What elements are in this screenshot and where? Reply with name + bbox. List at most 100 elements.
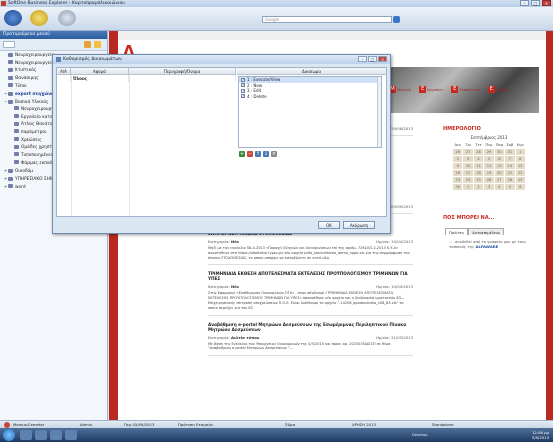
- tab-self-service[interactable]: Αυτοεπιμέλεια: [468, 228, 504, 235]
- news-divider: [208, 264, 413, 266]
- menu-item-icon: [8, 176, 13, 181]
- ok-button[interactable]: OK: [318, 221, 340, 229]
- calendar-day[interactable]: 27: [463, 149, 473, 155]
- nav-link[interactable]: E Εργασίες: [419, 86, 443, 93]
- permission-item[interactable]: ✓ 4 : Delete: [239, 94, 381, 100]
- folder-icon[interactable]: [84, 41, 91, 48]
- calendar-day[interactable]: 4: [473, 156, 484, 162]
- calendar-day[interactable]: 10: [463, 163, 473, 169]
- calendar-day[interactable]: 24: [463, 177, 473, 183]
- remove-icon[interactable]: −: [247, 151, 253, 157]
- calendar-day[interactable]: 5: [484, 156, 494, 162]
- cancel-button[interactable]: Ακύρωση: [343, 221, 375, 229]
- calendar-day[interactable]: 20: [494, 170, 505, 176]
- menu-item-icon: [8, 99, 13, 104]
- news-heading[interactable]: Αναβάθμιση e-portal Μητρώων Δεσμεύσεων τ…: [208, 322, 413, 332]
- favorites-icon[interactable]: [30, 10, 48, 26]
- calendar-day[interactable]: 6: [494, 156, 505, 162]
- portal-nav: M Μηνιαία E Εργασίες E Εκπαίδευση E Επαφές: [389, 86, 509, 93]
- calendar-day[interactable]: 9: [453, 163, 463, 169]
- calendar-day[interactable]: 18: [473, 170, 484, 176]
- calendar-day[interactable]: 17: [463, 170, 473, 176]
- nav-link[interactable]: M Μηνιαία: [389, 86, 411, 93]
- calendar-day[interactable]: 3: [484, 184, 494, 190]
- calendar-day[interactable]: 26: [484, 177, 494, 183]
- calendar-day[interactable]: 2: [473, 184, 484, 190]
- move-down-icon[interactable]: ↓: [263, 151, 269, 157]
- calendar-day[interactable]: 12: [484, 163, 494, 169]
- search-input[interactable]: Google: [262, 16, 392, 23]
- softone-menu-icon[interactable]: [4, 10, 22, 26]
- calendar-day[interactable]: 22: [515, 170, 525, 176]
- delete-icon[interactable]: ×: [271, 151, 277, 157]
- calendar-day[interactable]: 30: [453, 184, 463, 190]
- dialog-close-button[interactable]: ×: [378, 56, 387, 62]
- settings-icon[interactable]: [58, 10, 76, 26]
- grid-header-aa[interactable]: Α/Α: [57, 68, 71, 74]
- nav-icon: E: [451, 86, 459, 93]
- calendar-day[interactable]: 11: [473, 163, 484, 169]
- calendar-day[interactable]: 1: [515, 149, 525, 155]
- news-category-label: Κατηγορία:: [208, 239, 230, 244]
- search-icon[interactable]: [393, 16, 400, 23]
- calendar-day[interactable]: 14: [505, 163, 515, 169]
- nav-link[interactable]: E Επαφές: [487, 86, 509, 93]
- permissions-scrollbar[interactable]: [377, 77, 381, 147]
- calendar-day[interactable]: 5: [505, 184, 515, 190]
- calendar-day[interactable]: 28: [473, 149, 484, 155]
- calendar-day[interactable]: 8: [515, 156, 525, 162]
- permission-checkbox[interactable]: ✓: [241, 88, 245, 93]
- calendar-day[interactable]: 1: [463, 184, 473, 190]
- calendar-day[interactable]: 27: [494, 177, 505, 183]
- news-heading[interactable]: ΤΡΙΜΗΝΙΑΙΑ ΕΚΘΕΣΗ ΑΠΟΤΕΛΕΣΜΑΤΑ ΕΚΤΕΛΕΣΗΣ…: [208, 271, 413, 281]
- grid-header-name[interactable]: Περιγραφή/Όνομα: [129, 68, 236, 74]
- calendar-day[interactable]: 4: [494, 184, 505, 190]
- calendar-day[interactable]: 29: [484, 149, 494, 155]
- calendar-day[interactable]: 21: [505, 170, 515, 176]
- tab-citizens[interactable]: Πολίτες: [445, 228, 469, 235]
- calendar-day[interactable]: 31: [505, 149, 515, 155]
- table-row[interactable]: Όλους: [57, 75, 236, 82]
- permission-label: 4 : Delete: [247, 93, 267, 99]
- minimize-button[interactable]: –: [520, 0, 529, 6]
- calendar-day[interactable]: 3: [463, 156, 473, 162]
- calendar-day[interactable]: 19: [484, 170, 494, 176]
- permission-checkbox[interactable]: ✓: [241, 77, 245, 82]
- calendar-day[interactable]: 25: [473, 177, 484, 183]
- nav-link[interactable]: E Εκπαίδευση: [451, 86, 480, 93]
- calendar-day[interactable]: 15: [515, 163, 525, 169]
- maximize-button[interactable]: □: [531, 0, 540, 6]
- calendar-day[interactable]: 23: [453, 177, 463, 183]
- taskbar-explorer-icon[interactable]: [20, 430, 32, 440]
- cell-name: [129, 75, 236, 82]
- taskbar-softone-icon[interactable]: [65, 430, 77, 440]
- calendar-weekday: Τρι: [465, 143, 471, 147]
- taskbar-media-icon[interactable]: [50, 430, 62, 440]
- desktop-label[interactable]: Desktop: [412, 432, 428, 437]
- grid-header-afora[interactable]: Αφορά: [71, 68, 129, 74]
- sidebar-item-label: Νευροχειρουργεία: [15, 60, 55, 66]
- permission-checkbox[interactable]: ✓: [241, 94, 245, 99]
- dialog-minimize-button[interactable]: –: [358, 56, 367, 62]
- calendar-day[interactable]: 29: [515, 177, 525, 183]
- permission-checkbox[interactable]: ✓: [241, 83, 245, 88]
- alfaware-link[interactable]: ALFAWARE: [476, 244, 499, 249]
- calendar-day[interactable]: 26: [453, 149, 463, 155]
- column-divider: [71, 75, 72, 216]
- calendar-day[interactable]: 6: [515, 184, 525, 190]
- move-up-icon[interactable]: ↑: [255, 151, 261, 157]
- star-icon[interactable]: [94, 41, 101, 48]
- start-button[interactable]: [3, 429, 15, 441]
- taskbar-browser-icon[interactable]: [35, 430, 47, 440]
- calendar-day[interactable]: 13: [494, 163, 505, 169]
- calendar-day[interactable]: 30: [494, 149, 505, 155]
- calendar-day[interactable]: 28: [505, 177, 515, 183]
- dialog-maximize-button[interactable]: □: [368, 56, 377, 62]
- calendar-day[interactable]: 16: [453, 170, 463, 176]
- add-icon[interactable]: +: [239, 151, 245, 157]
- sidebar-dropdown[interactable]: [3, 41, 15, 48]
- calendar-day[interactable]: 7: [505, 156, 515, 162]
- sidebar-item-label: word: [15, 184, 26, 190]
- calendar-day[interactable]: 2: [453, 156, 463, 162]
- close-button[interactable]: ×: [542, 0, 551, 6]
